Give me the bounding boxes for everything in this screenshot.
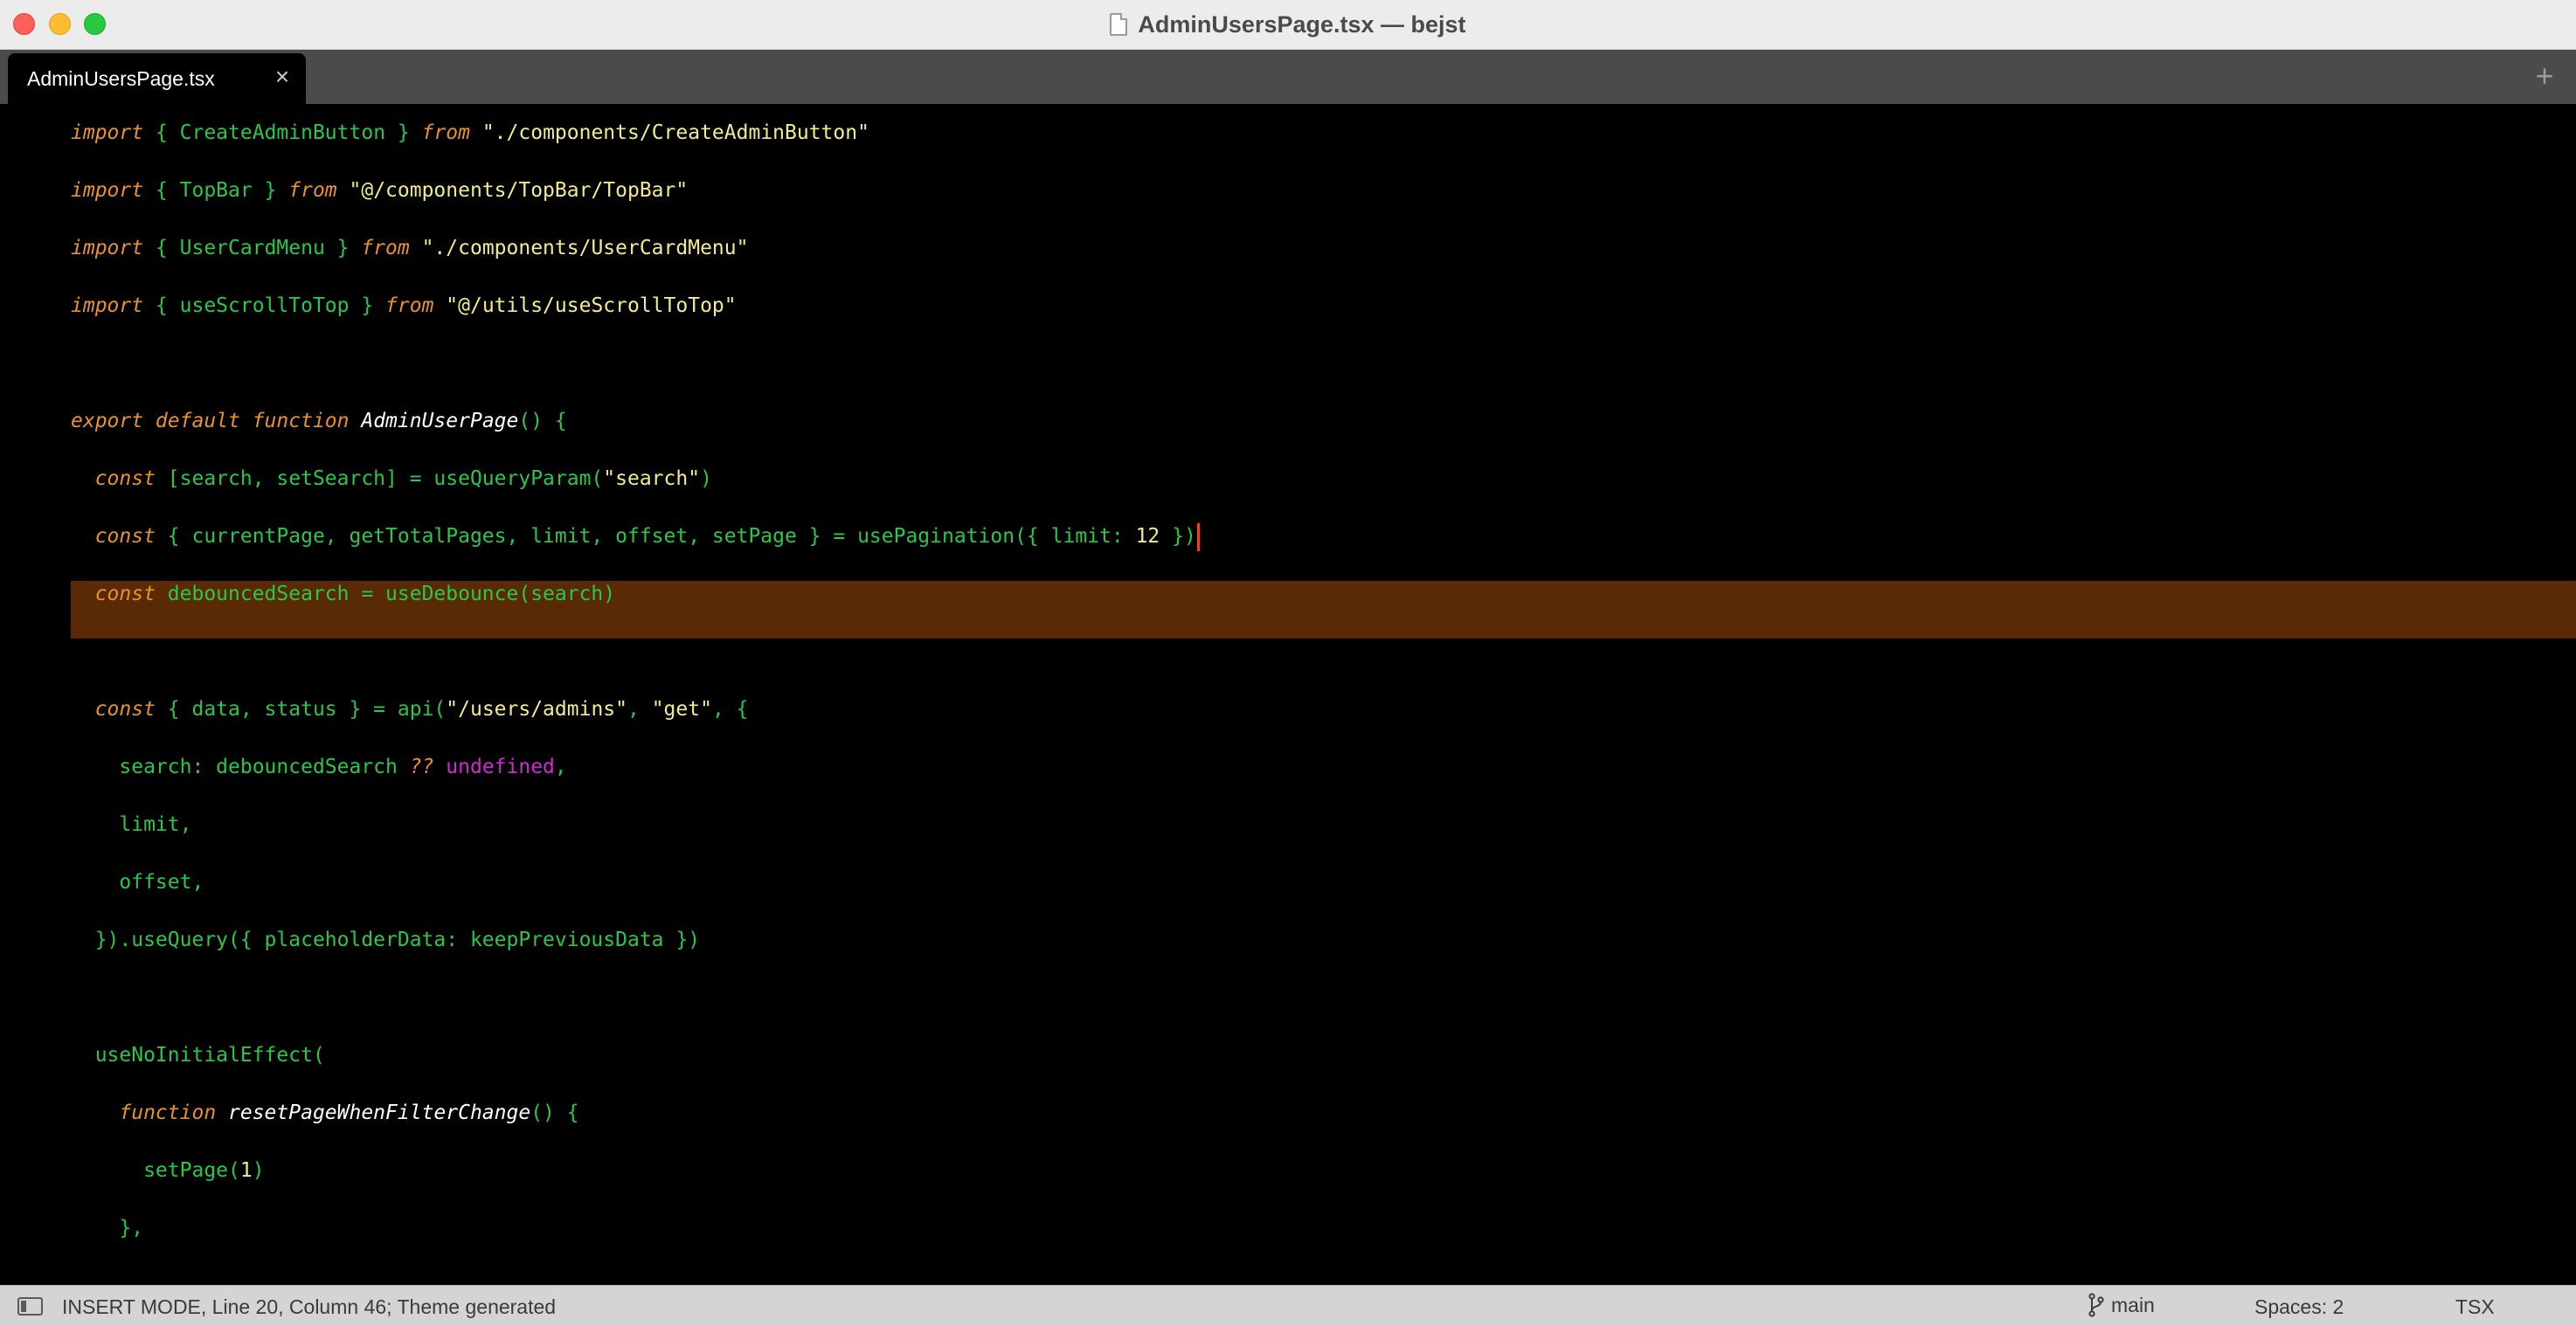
code-token: 12 xyxy=(1135,525,1160,548)
code-editor[interactable]: import { CreateAdminButton } from "./com… xyxy=(0,104,2576,1285)
title-bar: AdminUsersPage.tsx — bejst xyxy=(0,0,2576,50)
git-branch-indicator[interactable]: main xyxy=(2088,1293,2155,1317)
code-token: { useScrollToTop } xyxy=(143,294,386,317)
tab-adminuserspage[interactable]: AdminUsersPage.tsx × xyxy=(8,53,306,104)
code-line[interactable]: import { TopBar } from "@/components/Top… xyxy=(71,162,688,219)
code-token: from xyxy=(421,121,470,144)
code-token: import xyxy=(71,179,144,202)
code-token: 1 xyxy=(239,1159,253,1182)
syntax-selector[interactable]: TSX xyxy=(2455,1295,2495,1319)
code-token: , { xyxy=(711,698,749,721)
code-token: { data, status } = api( xyxy=(167,698,447,721)
code-line[interactable]: }).useQuery({ placeholderData: keepPrevi… xyxy=(71,911,700,969)
code-token: () { xyxy=(518,410,567,432)
code-token: "/users/admins" xyxy=(446,698,627,721)
code-token: export default function xyxy=(71,410,362,432)
code-token: import xyxy=(71,121,144,144)
code-line[interactable]: const { data, status } = api("/users/adm… xyxy=(71,680,749,738)
code-line[interactable]: import { useScrollToTop } from "@/utils/… xyxy=(71,277,737,335)
code-token: debouncedSearch = useDebounce(search) xyxy=(167,583,616,605)
tab-label: AdminUsersPage.tsx xyxy=(27,67,215,90)
code-line[interactable]: limit, xyxy=(71,796,191,853)
code-token: { currentPage, getTotalPages, limit, off… xyxy=(167,525,1136,548)
document-icon xyxy=(1110,13,1128,36)
code-token: }).useQuery({ placeholderData: keepPrevi… xyxy=(71,929,701,951)
code-token: const xyxy=(71,467,168,490)
code-line[interactable]: }, xyxy=(71,1199,143,1257)
code-token: , xyxy=(627,698,652,721)
window-title: AdminUsersPage.tsx — bejst xyxy=(1138,10,1466,38)
git-branch-label: main xyxy=(2111,1293,2155,1316)
code-token: "./components/UserCardMenu" xyxy=(409,237,749,259)
code-token: const xyxy=(71,583,168,605)
code-token: AdminUserPage xyxy=(361,410,519,432)
code-line[interactable]: function resetPageWhenFilterChange() { xyxy=(71,1084,579,1142)
code-line[interactable]: const [search, setSearch] = useQueryPara… xyxy=(71,450,712,508)
code-token: offset, xyxy=(71,871,204,894)
code-token: "@/utils/useScrollToTop" xyxy=(433,294,737,317)
code-line[interactable]: export default function AdminUserPage() … xyxy=(71,392,567,450)
code-token: search: debouncedSearch xyxy=(71,756,410,778)
code-token: const xyxy=(71,525,168,548)
code-token: ?? xyxy=(409,756,434,778)
code-token: limit, xyxy=(71,813,192,836)
code-token: import xyxy=(71,294,144,317)
code-line[interactable]: setPage(1) xyxy=(71,1142,265,1199)
code-line[interactable]: const { currentPage, getTotalPages, limi… xyxy=(71,508,1200,565)
code-token: "@/components/TopBar/TopBar" xyxy=(336,179,689,202)
code-line[interactable]: import { CreateAdminButton } from "./com… xyxy=(71,104,869,162)
code-token: setPage( xyxy=(71,1159,240,1182)
status-mode-text: INSERT MODE, Line 20, Column 46; Theme g… xyxy=(62,1295,557,1318)
tab-close-icon[interactable]: × xyxy=(271,64,294,90)
text-cursor xyxy=(1196,522,1200,551)
code-token: [search, setSearch] = useQueryParam( xyxy=(167,467,604,490)
code-line[interactable]: useNoInitialEffect( xyxy=(71,1026,325,1084)
status-bar: INSERT MODE, Line 20, Column 46; Theme g… xyxy=(0,1285,2576,1326)
code-token: "./components/CreateAdminButton" xyxy=(469,121,869,144)
code-line[interactable]: const debouncedSearch = useDebounce(sear… xyxy=(71,565,615,623)
code-line[interactable]: offset, xyxy=(71,853,204,911)
tab-bar: AdminUsersPage.tsx × + xyxy=(0,50,2576,104)
code-token: { CreateAdminButton } xyxy=(143,121,422,144)
code-token: () { xyxy=(530,1102,579,1124)
code-token: , xyxy=(554,756,567,778)
code-token: function xyxy=(71,1102,229,1124)
code-token: from xyxy=(288,179,337,202)
window-title-group: AdminUsersPage.tsx — bejst xyxy=(0,0,2576,49)
code-token: ) xyxy=(700,467,712,490)
code-token: ) xyxy=(252,1159,265,1182)
code-token: import xyxy=(71,237,144,259)
code-token: }) xyxy=(1160,525,1196,548)
code-token: { UserCardMenu } xyxy=(143,237,362,259)
git-branch-icon xyxy=(2088,1293,2104,1317)
code-token: "get" xyxy=(651,698,712,721)
code-line[interactable]: import { UserCardMenu } from "./componen… xyxy=(71,219,748,277)
code-token: useNoInitialEffect( xyxy=(71,1044,325,1067)
code-line[interactable]: search: debouncedSearch ?? undefined, xyxy=(71,738,567,796)
code-token: undefined xyxy=(433,756,555,778)
code-token: "search" xyxy=(603,467,701,490)
code-token: resetPageWhenFilterChange xyxy=(228,1102,531,1124)
code-token: from xyxy=(385,294,434,317)
code-token: }, xyxy=(71,1217,144,1240)
new-tab-plus-icon[interactable]: + xyxy=(2529,59,2560,93)
sidebar-toggle-icon[interactable] xyxy=(17,1297,43,1316)
code-token: from xyxy=(361,237,410,259)
code-token: const xyxy=(71,698,168,721)
indentation-setting[interactable]: Spaces: 2 xyxy=(2254,1295,2344,1319)
code-token: { TopBar } xyxy=(143,179,289,202)
